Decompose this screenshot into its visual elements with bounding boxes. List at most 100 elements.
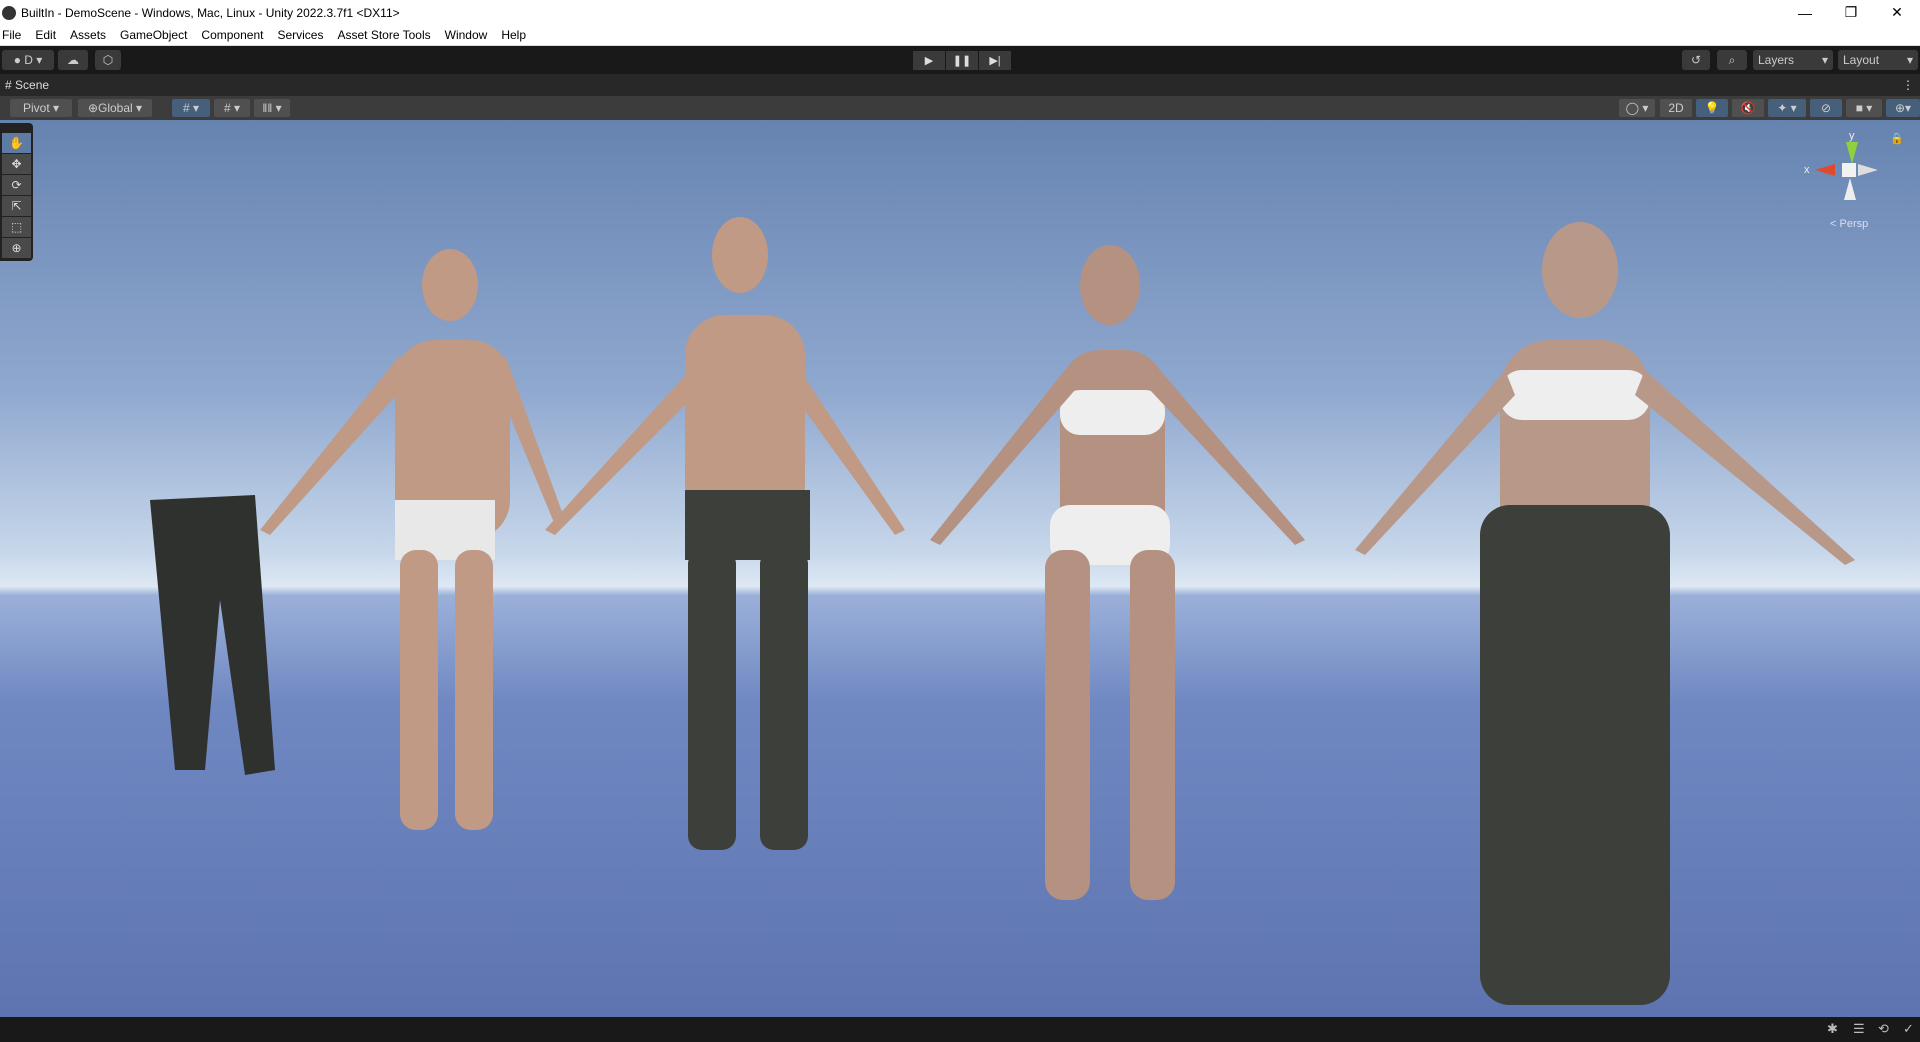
shading-icon: ◯ ▾ (1625, 101, 1649, 115)
global-label: Global (98, 101, 133, 115)
visibility-toggle[interactable]: ⊘ (1810, 99, 1842, 117)
move-icon: ✥ (11, 157, 22, 171)
menu-file[interactable]: File (0, 28, 28, 42)
character-female-underwear (930, 245, 1305, 900)
lock-icon[interactable]: 🔒 (1890, 132, 1904, 145)
snap-increment-button[interactable]: # ▾ (214, 99, 250, 117)
close-button[interactable]: ✕ (1874, 0, 1920, 25)
cache-icon[interactable]: ☰ (1853, 1021, 1865, 1037)
eye-slash-icon: ⊘ (1820, 101, 1832, 115)
menu-gameobject[interactable]: GameObject (118, 28, 194, 42)
pause-button[interactable]: ❚❚ (946, 51, 978, 70)
menu-edit[interactable]: Edit (33, 28, 63, 42)
maximize-button[interactable]: ❐ (1828, 0, 1874, 25)
menu-window[interactable]: Window (443, 28, 495, 42)
layers-label: Layers (1758, 53, 1795, 67)
layout-dropdown[interactable]: Layout ▾ (1838, 50, 1918, 70)
2d-label: 2D (1668, 101, 1684, 115)
neg-x-cone[interactable] (1858, 164, 1878, 176)
hand-icon: ✋ (9, 136, 24, 150)
transform-icon: ⊕ (11, 241, 22, 255)
grid-snap-button[interactable]: # ▾ (172, 99, 210, 117)
collab-button[interactable]: ⬡ (95, 50, 121, 70)
global-dropdown[interactable]: ⊕ Global ▾ (78, 99, 152, 117)
gizmos-dropdown[interactable]: ⊕▾ (1886, 99, 1920, 117)
camera-dropdown[interactable]: ■ ▾ (1846, 99, 1882, 117)
character-male-underwear (260, 249, 565, 830)
rect-tool[interactable]: ⬚ (2, 217, 31, 237)
persp-text: Persp (1839, 218, 1869, 230)
layers-dropdown[interactable]: Layers ▾ (1753, 50, 1833, 70)
axis-y-label: y (1849, 130, 1855, 142)
menu-bar: File Edit Assets GameObject Component Se… (0, 25, 1920, 46)
account-label: D (24, 53, 33, 67)
undo-history-button[interactable]: ↺ (1682, 50, 1710, 70)
rotate-icon: ⟳ (11, 178, 22, 192)
effects-dropdown[interactable]: ✦ ▾ (1768, 99, 1806, 117)
audio-toggle[interactable]: 🔇 (1732, 99, 1764, 117)
rect-icon: ⬚ (10, 220, 23, 234)
camera-icon: ■ ▾ (1855, 101, 1873, 115)
globe-icon: ⊕ (87, 101, 98, 115)
layout-label: Layout (1843, 53, 1880, 67)
pivot-label: Pivot (22, 101, 50, 115)
search-button[interactable]: ⌕ (1717, 50, 1747, 70)
search-icon: ⌕ (1728, 52, 1736, 67)
move-tool[interactable]: ✥ (2, 154, 31, 174)
unity-logo-icon (2, 5, 16, 20)
rotate-tool[interactable]: ⟳ (2, 175, 31, 195)
account-dropdown[interactable]: ● D ▾ (2, 50, 54, 70)
character-male-jeans (545, 217, 905, 850)
menu-help[interactable]: Help (499, 28, 533, 42)
2d-toggle[interactable]: 2D (1660, 99, 1692, 117)
menu-component[interactable]: Component (199, 28, 270, 42)
draw-mode-dropdown[interactable]: ◯ ▾ (1619, 99, 1655, 117)
main-toolbar: ● D ▾ ☁ ⬡ ▶ ❚❚ ▶| ↺ ⌕ Layers ▾ Layout ▾ (0, 46, 1920, 74)
jeans-object (150, 495, 275, 775)
center-cube[interactable] (1842, 163, 1856, 177)
scene-tab[interactable]: # Scene ⋮ (0, 74, 1920, 96)
tool-palette: ✋ ✥ ⟳ ⇱ ⬚ ⊕ (0, 123, 33, 261)
audio-mute-icon: 🔇 (1740, 101, 1756, 115)
scale-icon: ⇱ (11, 199, 22, 213)
ruler-button[interactable]: ‖‖ ▾ (254, 99, 290, 117)
title-bar: BuiltIn - DemoScene - Windows, Mac, Linu… (0, 0, 1920, 25)
x-axis-cone[interactable] (1815, 164, 1835, 176)
minimize-button[interactable]: — (1782, 0, 1828, 25)
persp-label[interactable]: < Persp (1830, 218, 1868, 230)
window-title: BuiltIn - DemoScene - Windows, Mac, Linu… (21, 5, 400, 20)
hexagon-icon: ⬡ (102, 53, 114, 67)
chevron-down-icon: ▾ (1821, 53, 1828, 67)
check-icon[interactable]: ✓ (1903, 1021, 1914, 1037)
account-icon: ● (13, 53, 25, 67)
pivot-dropdown[interactable]: Pivot ▾ (10, 99, 72, 117)
menu-asset-store-tools[interactable]: Asset Store Tools (335, 28, 437, 42)
y-axis-cone[interactable] (1846, 142, 1858, 164)
transform-tool[interactable]: ⊕ (2, 238, 31, 258)
history-icon: ↺ (1690, 53, 1702, 67)
more-options-icon[interactable]: ⋮ (1902, 78, 1914, 92)
status-bar: ✱ ☰ ⟲ ✓ (0, 1017, 1920, 1042)
cloud-icon: ☁ (67, 53, 79, 67)
debug-icon[interactable]: ✱ (1827, 1021, 1838, 1037)
orientation-gizmo[interactable]: 🔒 y x < Persp (1800, 130, 1904, 230)
chevron-down-icon: ▾ (1906, 53, 1913, 67)
step-button[interactable]: ▶| (979, 51, 1011, 70)
menu-services[interactable]: Services (275, 28, 330, 42)
lighting-toggle[interactable]: 💡 (1696, 99, 1728, 117)
scene-tab-label: Scene (15, 78, 50, 92)
gizmos-globe-icon: ⊕▾ (1894, 101, 1912, 115)
cloud-button[interactable]: ☁ (58, 50, 88, 70)
scene-viewport[interactable]: ✋ ✥ ⟳ ⇱ ⬚ ⊕ 🔒 y x < Persp (0, 120, 1920, 1017)
hand-tool[interactable]: ✋ (2, 133, 31, 153)
scene-grid-icon: # (5, 78, 16, 92)
menu-assets[interactable]: Assets (68, 28, 113, 42)
lightbulb-icon: 💡 (1704, 101, 1720, 115)
sync-icon[interactable]: ⟲ (1878, 1021, 1889, 1037)
grid-icon: # ▾ (182, 101, 200, 115)
play-button[interactable]: ▶ (913, 51, 945, 70)
scale-tool[interactable]: ⇱ (2, 196, 31, 216)
character-female-jeans (1355, 222, 1855, 1005)
scene-toolbar: Pivot ▾ ⊕ Global ▾ # ▾ # ▾ ‖‖ ▾ ◯ ▾ 2D 💡 … (0, 96, 1920, 120)
neg-y-cone[interactable] (1844, 178, 1856, 200)
